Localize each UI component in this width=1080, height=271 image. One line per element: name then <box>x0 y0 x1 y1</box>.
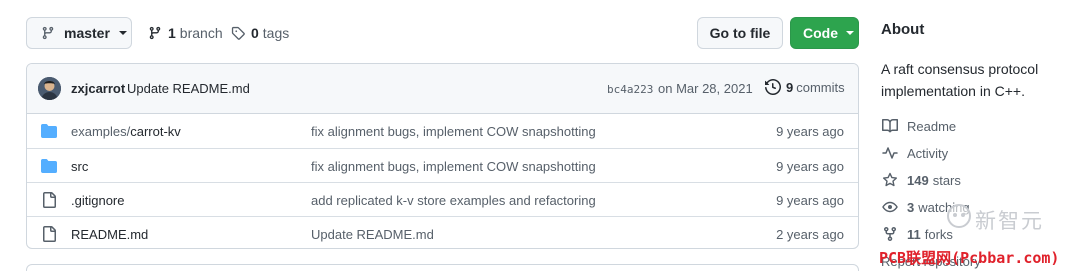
file-name-link[interactable]: .gitignore <box>71 193 124 208</box>
pulse-icon <box>881 145 899 161</box>
commits-label: commits <box>796 79 845 95</box>
commit-hash-link[interactable]: bc4a223 <box>607 83 653 96</box>
branches-count: 1 <box>168 25 176 41</box>
book-icon <box>881 118 899 134</box>
folder-icon <box>41 123 57 139</box>
readme-box <box>26 264 859 271</box>
watermark-site: PCB联盟网(Pcbbar.com) <box>879 249 1060 267</box>
code-button-label: Code <box>803 25 838 41</box>
about-heading: About <box>881 21 925 38</box>
commit-message-link[interactable]: Update README.md <box>127 81 250 96</box>
file-commit-message-link[interactable]: add replicated k-v store examples and re… <box>311 193 596 208</box>
folder-icon <box>41 158 57 174</box>
file-name-link[interactable]: src <box>71 159 88 174</box>
watermark-logo-icon <box>946 203 972 229</box>
forks-link[interactable]: 11 forks <box>881 224 953 244</box>
file-commit-message-link[interactable]: fix alignment bugs, implement COW snapsh… <box>311 159 596 174</box>
stars-link[interactable]: 149 stars <box>881 170 961 190</box>
file-age: 9 years ago <box>776 159 844 174</box>
stars-count: 149 <box>907 172 929 188</box>
file-age: 9 years ago <box>776 193 844 208</box>
go-to-file-button[interactable]: Go to file <box>697 17 783 49</box>
activity-label: Activity <box>907 145 949 161</box>
forks-count: 11 <box>907 226 921 242</box>
file-name-link[interactable]: README.md <box>71 227 148 242</box>
commit-author-link[interactable]: zxjcarrot <box>71 81 125 96</box>
file-commit-message-link[interactable]: fix alignment bugs, implement COW snapsh… <box>311 124 596 139</box>
commits-count: 9 <box>786 79 794 95</box>
history-icon <box>765 79 781 95</box>
commit-date: on Mar 28, 2021 <box>658 81 753 96</box>
table-row[interactable]: .gitignore add replicated k-v store exam… <box>27 182 858 216</box>
about-description: A raft consensus protocol implementation… <box>881 61 1039 99</box>
file-list: examples/carrot-kv fix alignment bugs, i… <box>27 114 858 248</box>
commits-history-link[interactable]: 9 commits <box>765 79 845 95</box>
latest-commit-bar: zxjcarrot Update README.md bc4a223 on Ma… <box>27 64 858 114</box>
git-branch-icon <box>148 26 162 40</box>
activity-link[interactable]: Activity <box>881 143 948 163</box>
stars-label: stars <box>932 172 961 188</box>
avatar[interactable] <box>38 77 61 100</box>
watching-count: 3 <box>907 199 915 215</box>
tags-label: tags <box>262 25 290 41</box>
go-to-file-label: Go to file <box>709 25 771 41</box>
branches-link[interactable]: 1 branch <box>148 17 223 49</box>
table-row[interactable]: README.md Update README.md 2 years ago <box>27 216 858 248</box>
readme-link[interactable]: Readme <box>881 116 956 136</box>
repo-toolbar: master 1 branch 0 tags Go to file Code <box>26 17 859 49</box>
code-button[interactable]: Code <box>790 17 859 49</box>
branch-select-button[interactable]: master <box>26 17 132 49</box>
file-age: 9 years ago <box>776 124 844 139</box>
caret-down-icon <box>118 29 127 37</box>
git-branch-icon <box>41 26 55 40</box>
tag-icon <box>231 26 245 40</box>
watermark-brand: 新智元 <box>975 209 1044 233</box>
readme-label: Readme <box>907 118 957 134</box>
table-row[interactable]: src fix alignment bugs, implement COW sn… <box>27 148 858 182</box>
file-age: 2 years ago <box>776 227 844 242</box>
file-name-link[interactable]: examples/carrot-kv <box>71 124 181 139</box>
file-icon <box>41 192 57 208</box>
tags-link[interactable]: 0 tags <box>231 17 289 49</box>
tags-count: 0 <box>251 25 259 41</box>
repo-forked-icon <box>881 226 899 242</box>
eye-icon <box>881 199 899 215</box>
star-icon <box>881 172 899 188</box>
caret-down-icon <box>846 29 854 37</box>
file-commit-message-link[interactable]: Update README.md <box>311 227 434 242</box>
file-icon <box>41 226 57 242</box>
table-row[interactable]: examples/carrot-kv fix alignment bugs, i… <box>27 114 858 148</box>
branch-name: master <box>64 25 110 41</box>
file-browser: zxjcarrot Update README.md bc4a223 on Ma… <box>26 63 859 249</box>
branches-label: branch <box>179 25 223 41</box>
